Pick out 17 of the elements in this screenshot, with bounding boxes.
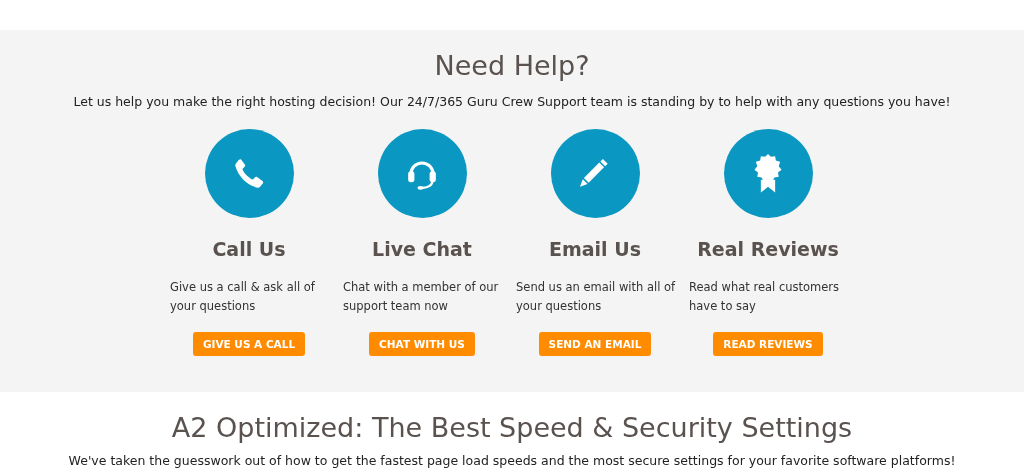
option-button[interactable]: CHAT WITH US: [369, 332, 475, 356]
option-description: Give us a call & ask all of your questions: [170, 279, 316, 315]
option-heading: Live Chat: [372, 237, 472, 261]
option-button[interactable]: READ REVIEWS: [713, 332, 823, 356]
award-icon: [753, 153, 783, 194]
option-button[interactable]: SEND AN EMAIL: [538, 332, 652, 356]
section-title: Need Help?: [434, 50, 590, 82]
section-title: A2 Optimized: The Best Speed & Security Settings: [171, 412, 853, 444]
option-description: Send us an email with all of your questions: [516, 279, 677, 315]
option-button[interactable]: GIVE US A CALL: [192, 332, 306, 356]
option-description: Chat with a member of our support team now: [343, 279, 500, 315]
option-heading: Call Us: [212, 237, 286, 261]
option-heading: Email Us: [549, 237, 641, 261]
option-description: Read what real customers have to say: [689, 279, 841, 315]
section-intro: We've taken the guesswork out of how to get the fastest page load speeds and the most secure settings for your favorite software platforms!: [68, 453, 956, 469]
section-intro: Let us help you make the right hosting decision! Our 24/7/365 Guru Crew Support team is standing by to help with any questions you have!: [73, 94, 951, 110]
option-heading: Real Reviews: [697, 237, 839, 261]
